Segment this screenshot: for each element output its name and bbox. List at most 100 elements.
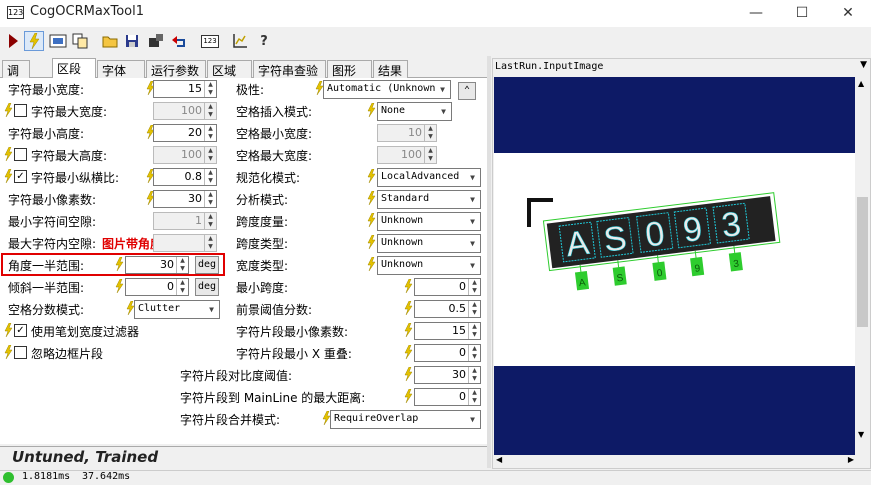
spin-arrows-icon[interactable]: ▲ ▼: [176, 279, 188, 295]
spin-arrows-icon[interactable]: ▲ ▼: [468, 389, 480, 405]
minimize-button[interactable]: —: [733, 0, 779, 27]
image-viewer[interactable]: AASS009933: [494, 77, 856, 455]
right-combo-1[interactable]: None ▼: [377, 102, 452, 121]
spin-arrows-icon[interactable]: ▲ ▼: [468, 301, 480, 317]
spin-arrows-icon[interactable]: ▲ ▼: [204, 147, 216, 163]
spin-arrows-icon[interactable]: ▲ ▼: [204, 191, 216, 207]
spin-value[interactable]: 0: [459, 390, 466, 403]
spin-value[interactable]: 0: [459, 280, 466, 293]
chevron-down-icon[interactable]: ▼: [465, 411, 480, 428]
spin-arrows-icon[interactable]: ▲ ▼: [176, 257, 188, 273]
spin-arrows-icon[interactable]: ▲ ▼: [424, 147, 436, 163]
spin-value[interactable]: 100: [401, 148, 422, 161]
tab-2[interactable]: 字体: [97, 60, 145, 78]
right-combo-8[interactable]: Unknown ▼: [377, 256, 481, 275]
spin-arrows-icon[interactable]: ▲ ▼: [468, 367, 480, 383]
chevron-down-icon[interactable]: ▼: [436, 103, 451, 120]
spin-arrows-icon[interactable]: ▲ ▼: [468, 323, 480, 339]
tab-7[interactable]: 结果: [373, 60, 408, 78]
space-score-combo[interactable]: Clutter ▼: [134, 300, 220, 319]
spin-value[interactable]: 0: [459, 346, 466, 359]
lightning-icon[interactable]: [24, 31, 44, 51]
chevron-down-icon[interactable]: ▼: [860, 60, 867, 70]
angle-range-input[interactable]: 30 ▲ ▼: [125, 256, 189, 274]
camera-icon[interactable]: [146, 31, 166, 51]
run-icon[interactable]: [3, 31, 23, 51]
digits-icon[interactable]: 123: [200, 31, 220, 51]
field-input-2[interactable]: 20 ▲ ▼: [153, 124, 217, 142]
checkbox-1[interactable]: [14, 104, 27, 117]
option-checkbox-1[interactable]: [14, 346, 27, 359]
field-input-4[interactable]: 0.8 ▲ ▼: [153, 168, 217, 186]
spin-value[interactable]: 15: [452, 324, 466, 337]
spin-arrows-icon[interactable]: ▲ ▼: [468, 279, 480, 295]
spin-value[interactable]: 30: [452, 368, 466, 381]
deg-button-2[interactable]: deg: [195, 278, 219, 296]
field-input-0[interactable]: 15 ▲ ▼: [153, 80, 217, 98]
horizontal-scrollbar[interactable]: ◀ ▶: [494, 455, 856, 468]
chevron-down-icon[interactable]: ▼: [465, 191, 480, 208]
vertical-scrollbar[interactable]: ▲ ▼: [855, 77, 870, 455]
image-icon[interactable]: [48, 31, 68, 51]
save-icon[interactable]: [122, 31, 142, 51]
spin-value[interactable]: 100: [181, 104, 202, 117]
tab-0[interactable]: 调整: [2, 60, 30, 95]
tab-6[interactable]: 图形: [327, 60, 372, 78]
close-button[interactable]: ✕: [825, 0, 871, 27]
chevron-down-icon[interactable]: ▼: [465, 257, 480, 274]
spin-value[interactable]: 100: [181, 148, 202, 161]
graph-icon[interactable]: [230, 31, 250, 51]
spin-value[interactable]: 30: [160, 258, 174, 271]
right-input-12[interactable]: 0 ▲ ▼: [414, 344, 481, 362]
spin-value[interactable]: 0.8: [185, 170, 203, 183]
spin-arrows-icon[interactable]: ▲ ▼: [468, 345, 480, 361]
splitter[interactable]: [487, 56, 491, 468]
tab-5[interactable]: 字符串查验: [253, 60, 326, 78]
collapse-button[interactable]: ⌃: [458, 82, 476, 100]
polarity-combo[interactable]: Automatic (Unknown ▼: [323, 80, 451, 99]
spin-arrows-icon[interactable]: ▲ ▼: [204, 125, 216, 141]
deg-button[interactable]: deg: [195, 256, 219, 274]
spin-arrows-icon[interactable]: ▲ ▼: [204, 81, 216, 97]
chevron-down-icon[interactable]: ▼: [204, 301, 219, 318]
tab-1[interactable]: 区段: [52, 58, 96, 78]
spin-arrows-icon[interactable]: ▲ ▼: [204, 213, 216, 229]
chevron-down-icon[interactable]: ▼: [465, 169, 480, 186]
help-icon[interactable]: ?: [254, 31, 274, 51]
right-input-10[interactable]: 0.5 ▲ ▼: [414, 300, 481, 318]
chevron-down-icon[interactable]: ▼: [435, 81, 450, 98]
option-checkbox-0[interactable]: ✓: [14, 324, 27, 337]
right-combo-7[interactable]: Unknown ▼: [377, 234, 481, 253]
right-combo-4[interactable]: LocalAdvanced ▼: [377, 168, 481, 187]
spin-value[interactable]: 0: [167, 280, 174, 293]
maximize-button[interactable]: ☐: [779, 0, 825, 27]
spin-value[interactable]: 20: [188, 126, 202, 139]
bottom-input-0[interactable]: 30 ▲ ▼: [414, 366, 481, 384]
merge-mode-combo[interactable]: RequireOverlap ▼: [330, 410, 481, 429]
skew-range-input[interactable]: 0 ▲ ▼: [125, 278, 189, 296]
copy-icon[interactable]: [70, 31, 90, 51]
bottom-input-1[interactable]: 0 ▲ ▼: [414, 388, 481, 406]
undo-icon[interactable]: [170, 31, 190, 51]
spin-value[interactable]: 30: [188, 192, 202, 205]
spin-value[interactable]: 0.5: [449, 302, 467, 315]
right-input-11[interactable]: 15 ▲ ▼: [414, 322, 481, 340]
checkbox-3[interactable]: [14, 148, 27, 161]
tab-3[interactable]: 运行参数: [146, 60, 206, 78]
checkbox-4[interactable]: ✓: [14, 170, 27, 183]
spin-value[interactable]: 10: [408, 126, 422, 139]
right-input-9[interactable]: 0 ▲ ▼: [414, 278, 481, 296]
chevron-down-icon[interactable]: ▼: [465, 235, 480, 252]
image-title[interactable]: LastRun.InputImage: [495, 61, 603, 72]
spin-value[interactable]: 15: [188, 82, 202, 95]
spin-arrows-icon[interactable]: ▲ ▼: [204, 103, 216, 119]
spin-arrows-icon[interactable]: ▲ ▼: [204, 169, 216, 185]
field-input-5[interactable]: 30 ▲ ▼: [153, 190, 217, 208]
spin-arrows-icon[interactable]: ▲ ▼: [204, 235, 216, 251]
spin-arrows-icon[interactable]: ▲ ▼: [424, 125, 436, 141]
spin-value[interactable]: 1: [195, 214, 202, 227]
right-combo-5[interactable]: Standard ▼: [377, 190, 481, 209]
tab-4[interactable]: 区域: [207, 60, 252, 78]
chevron-down-icon[interactable]: ▼: [465, 213, 480, 230]
right-combo-6[interactable]: Unknown ▼: [377, 212, 481, 231]
